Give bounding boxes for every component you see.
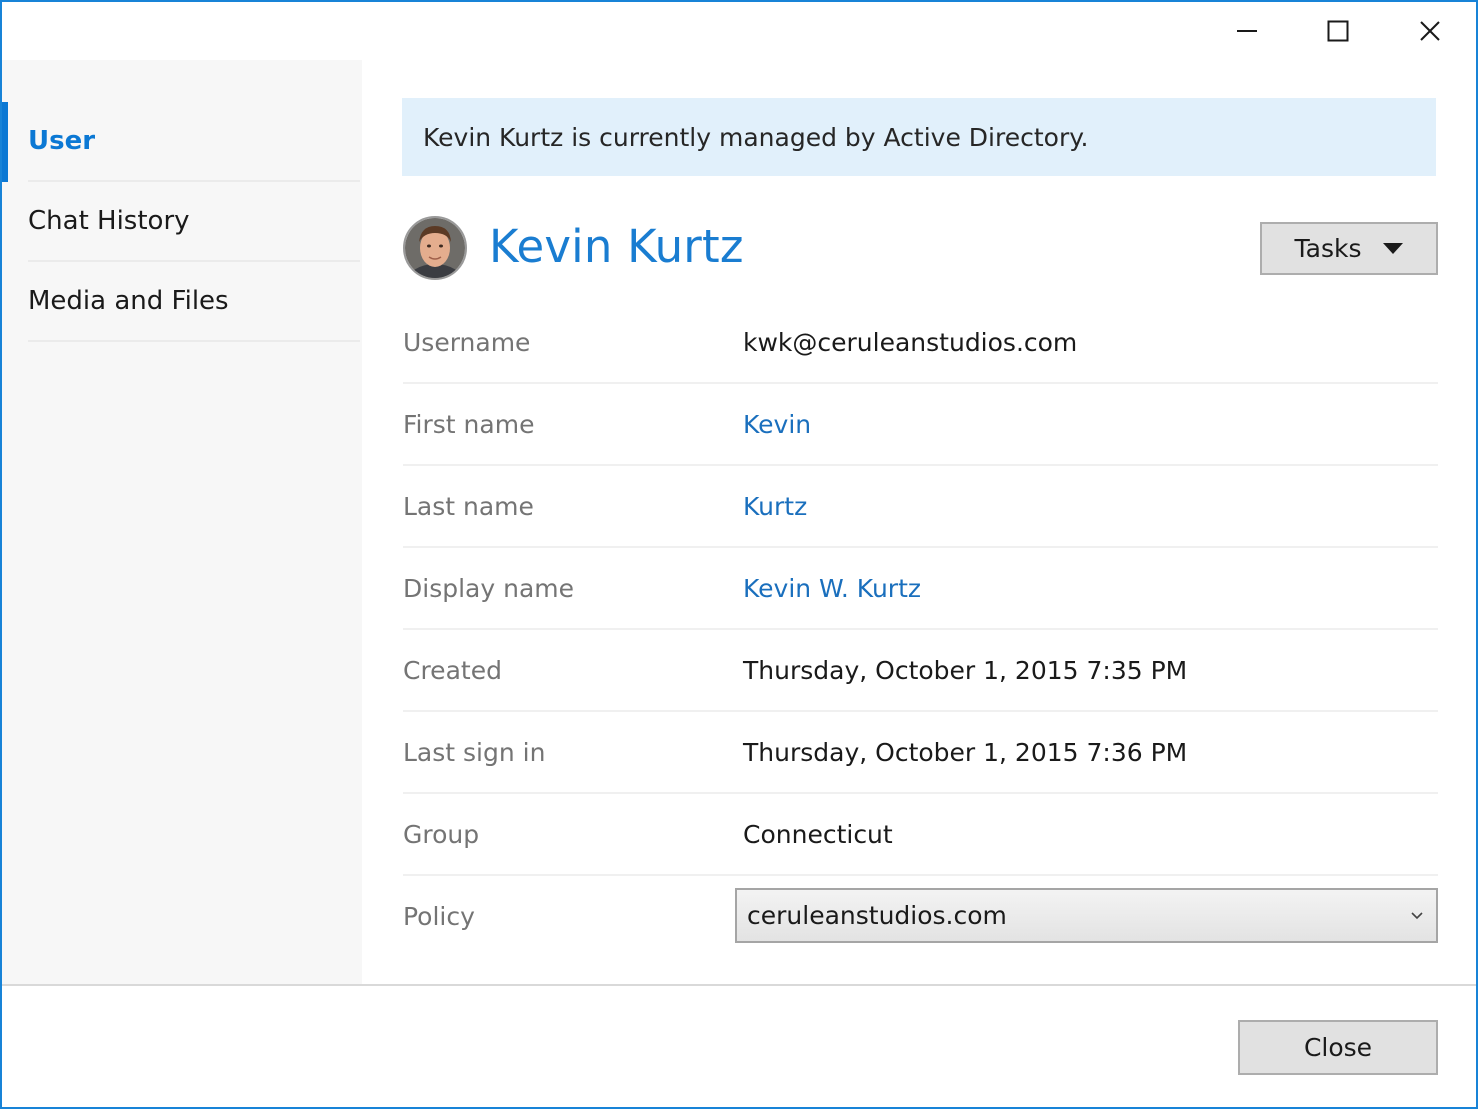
tasks-dropdown-button[interactable]: Tasks xyxy=(1260,222,1438,275)
display-name-link[interactable]: Kevin W. Kurtz xyxy=(743,548,921,628)
field-row-display-name: Display name Kevin W. Kurtz xyxy=(403,548,1438,630)
active-nav-indicator xyxy=(2,102,8,182)
title-bar xyxy=(2,2,1476,60)
field-label: Group xyxy=(403,819,480,849)
sidebar-item-media-and-files[interactable]: Media and Files xyxy=(28,262,360,342)
group-value: Connecticut xyxy=(743,819,893,849)
sidebar-item-label: User xyxy=(28,126,96,156)
minimize-icon xyxy=(1237,30,1257,32)
sidebar-item-chat-history[interactable]: Chat History xyxy=(28,182,360,262)
chevron-down-icon xyxy=(1411,912,1423,920)
sidebar-item-label: Chat History xyxy=(28,206,190,236)
managed-by-banner: Kevin Kurtz is currently managed by Acti… xyxy=(402,98,1436,176)
tasks-button-label: Tasks xyxy=(1294,234,1362,263)
field-row-first-name: First name Kevin xyxy=(403,384,1438,466)
field-label: Policy xyxy=(403,901,475,931)
footer-divider xyxy=(2,984,1476,986)
sidebar-item-label: Media and Files xyxy=(28,286,229,316)
first-name-link[interactable]: Kevin xyxy=(743,384,811,464)
banner-text: Kevin Kurtz is currently managed by Acti… xyxy=(423,122,1089,152)
field-label: Last sign in xyxy=(403,737,546,767)
user-properties-window: User Chat History Media and Files Kevin … xyxy=(0,0,1478,1109)
field-row-last-name: Last name Kurtz xyxy=(403,466,1438,548)
field-label: Display name xyxy=(403,573,574,603)
sidebar: User Chat History Media and Files xyxy=(2,60,362,984)
field-row-username: Username kwk@ceruleanstudios.com xyxy=(403,302,1438,384)
field-row-group: Group Connecticut xyxy=(403,794,1438,876)
maximize-button[interactable] xyxy=(1291,2,1385,60)
username-value: kwk@ceruleanstudios.com xyxy=(743,327,1078,357)
field-row-created: Created Thursday, October 1, 2015 7:35 P… xyxy=(403,630,1438,712)
maximize-icon xyxy=(1327,20,1349,42)
policy-selected-value: ceruleanstudios.com xyxy=(747,901,1007,930)
close-icon xyxy=(1420,21,1440,41)
user-display-title: Kevin Kurtz xyxy=(489,220,744,273)
field-label: First name xyxy=(403,409,535,439)
field-label: Created xyxy=(403,655,502,685)
field-label: Last name xyxy=(403,491,534,521)
policy-select[interactable]: ceruleanstudios.com xyxy=(735,888,1438,943)
created-value: Thursday, October 1, 2015 7:35 PM xyxy=(743,655,1188,685)
close-button[interactable]: Close xyxy=(1238,1020,1438,1075)
minimize-button[interactable] xyxy=(1200,2,1294,60)
close-button-label: Close xyxy=(1303,1033,1373,1062)
last-sign-in-value: Thursday, October 1, 2015 7:36 PM xyxy=(743,737,1188,767)
last-name-link[interactable]: Kurtz xyxy=(743,466,807,546)
close-window-button[interactable] xyxy=(1383,2,1477,60)
caret-down-icon xyxy=(1383,242,1404,254)
avatar-photo xyxy=(405,218,465,278)
field-label: Username xyxy=(403,327,531,357)
avatar xyxy=(403,216,467,280)
field-row-last-sign-in: Last sign in Thursday, October 1, 2015 7… xyxy=(403,712,1438,794)
sidebar-item-user[interactable]: User xyxy=(28,102,360,182)
